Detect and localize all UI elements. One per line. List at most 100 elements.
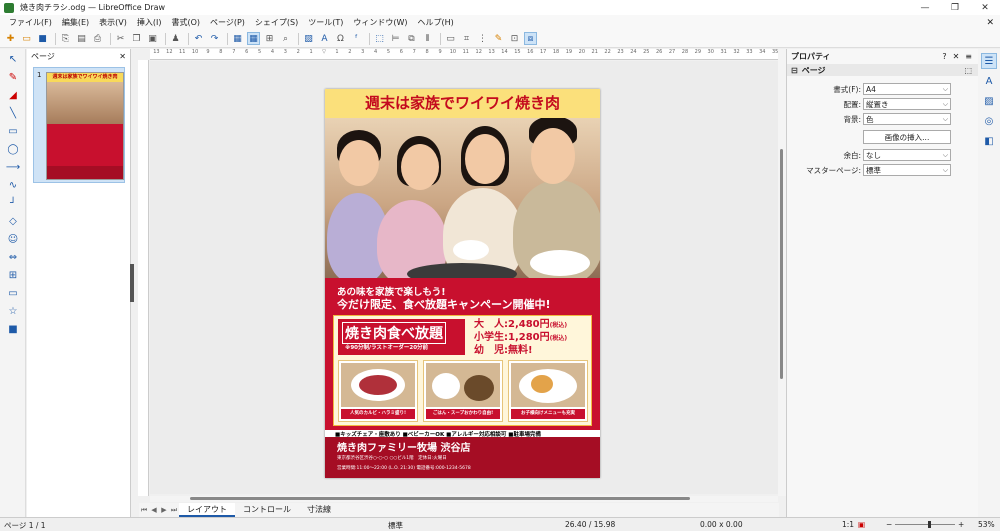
flyer-headline: 週末は家族でワイワイ焼き肉 <box>325 89 600 118</box>
chevron-down-icon: ⌵ <box>942 151 948 159</box>
master-page-select[interactable]: 標準 ⌵ <box>863 164 951 176</box>
special-character-icon[interactable]: Ω <box>334 32 347 45</box>
menu-edit[interactable]: 編集(E) <box>57 17 94 28</box>
block-arrows-icon[interactable]: ⇔ <box>2 250 24 265</box>
insert-image-button[interactable]: 画像の挿入... <box>863 130 951 144</box>
print-icon[interactable]: ⎙ <box>91 32 104 45</box>
curve-icon[interactable]: ∿ <box>2 178 24 193</box>
flowchart-icon[interactable]: ⊞ <box>2 268 24 283</box>
fill-color-icon[interactable]: ◢ <box>2 88 24 103</box>
zoom-in-icon[interactable]: + <box>958 520 964 529</box>
open-icon[interactable]: ▭ <box>20 32 33 45</box>
menu-tools[interactable]: ツール(T) <box>303 17 348 28</box>
sidebar-menu-icon[interactable]: ≡ <box>965 52 972 61</box>
undo-icon[interactable]: ↶ <box>192 32 205 45</box>
sidebar-close-icon[interactable]: ✕ <box>953 52 960 61</box>
3d-objects-icon[interactable]: ■ <box>2 322 24 337</box>
menu-page[interactable]: ページ(P) <box>205 17 250 28</box>
margin-select[interactable]: なし ⌵ <box>863 149 951 161</box>
close-document-icon[interactable]: ✕ <box>986 18 1000 28</box>
gallery-deck-icon[interactable]: ▨ <box>981 93 997 109</box>
menu-help[interactable]: ヘルプ(H) <box>413 17 459 28</box>
stars-icon[interactable]: ☆ <box>2 304 24 319</box>
connector-icon[interactable]: ┘ <box>2 196 24 211</box>
ellipse-icon[interactable]: ◯ <box>2 142 24 157</box>
shadow-icon[interactable]: ▭ <box>444 32 457 45</box>
tab-layout[interactable]: レイアウト <box>179 503 235 517</box>
ruler-tick: 12 <box>166 49 173 55</box>
page-section-header[interactable]: ⊟ ページ ⬚ <box>787 64 978 76</box>
vertical-scrollbar[interactable] <box>778 49 786 496</box>
ruler-tick: 8 <box>425 49 429 55</box>
callouts-icon[interactable]: ▭ <box>2 286 24 301</box>
toggle-extrusion-icon[interactable]: ⧈ <box>524 32 537 45</box>
transformations-icon[interactable]: ⬚ <box>373 32 386 45</box>
insert-image-icon[interactable]: ▨ <box>302 32 315 45</box>
copy-icon[interactable]: ❐ <box>130 32 143 45</box>
next-tab-icon[interactable]: ▶ <box>159 506 169 514</box>
properties-deck-icon[interactable]: ☰ <box>981 53 997 69</box>
zoom-icon[interactable]: ⌕ <box>279 32 292 45</box>
paste-icon[interactable]: ▣ <box>146 32 159 45</box>
points-icon[interactable]: ✎ <box>492 32 505 45</box>
menu-view[interactable]: 表示(V) <box>94 17 132 28</box>
filter-icon[interactable]: ⋮ <box>476 32 489 45</box>
format-select[interactable]: A4 ⌵ <box>863 83 951 95</box>
last-tab-icon[interactable]: ⏭ <box>169 506 179 515</box>
line-icon[interactable]: ╲ <box>2 106 24 121</box>
maximize-button[interactable]: ❐ <box>940 3 970 13</box>
fontwork-icon[interactable]: ᶠ <box>350 32 363 45</box>
select-icon[interactable]: ↖ <box>2 52 24 67</box>
vertical-ruler[interactable] <box>138 60 149 496</box>
insert-textbox-icon[interactable]: A <box>318 32 331 45</box>
flyer-page[interactable]: 週末は家族でワイワイ焼き肉 あの味を家族で楽しもう! 今だけ限定、食べ放題キャン… <box>325 89 600 478</box>
new-icon[interactable]: ✚ <box>4 32 17 45</box>
align-icon[interactable]: ⊨ <box>389 32 402 45</box>
minimize-button[interactable]: — <box>910 3 940 13</box>
cut-icon[interactable]: ✂ <box>114 32 127 45</box>
redo-icon[interactable]: ↷ <box>208 32 221 45</box>
rectangle-icon[interactable]: ▭ <box>2 124 24 139</box>
arrow-line-icon[interactable]: ⟶ <box>2 160 24 175</box>
first-tab-icon[interactable]: ⏮ <box>139 506 149 515</box>
styles-deck-icon[interactable]: A <box>981 73 997 89</box>
symbol-shapes-icon[interactable]: ☺ <box>2 232 24 247</box>
line-color-icon[interactable]: ✎ <box>2 70 24 85</box>
navigator-deck-icon[interactable]: ◎ <box>981 113 997 129</box>
background-select[interactable]: 色 ⌵ <box>863 113 951 125</box>
close-button[interactable]: ✕ <box>970 3 1000 13</box>
menu-shape[interactable]: シェイプ(S) <box>250 17 303 28</box>
menu-file[interactable]: ファイル(F) <box>4 17 57 28</box>
basic-shapes-icon[interactable]: ◇ <box>2 214 24 229</box>
ruler-tick: 35 <box>772 49 778 55</box>
tab-controls[interactable]: コントロール <box>235 503 299 517</box>
zoom-out-icon[interactable]: − <box>886 520 892 529</box>
arrange-icon[interactable]: ⧉ <box>405 32 418 45</box>
horizontal-ruler[interactable]: 13 12 11 10 9 8 7 6 5 4 3 2 1 ▽ 1 2 3 4 5 6 7 8 9 10 11 12 13 14 15 1… <box>150 49 778 60</box>
orientation-select[interactable]: 縦置き ⌵ <box>863 98 951 110</box>
save-icon[interactable]: ■ <box>36 32 49 45</box>
zoom-pan-icon[interactable]: ⊞ <box>263 32 276 45</box>
ruler-tick: 12 <box>475 49 482 55</box>
export-icon[interactable]: ⎘ <box>59 32 72 45</box>
pages-pane-close-icon[interactable]: ✕ <box>119 52 126 61</box>
sidebar-help-icon[interactable]: ? <box>942 52 946 61</box>
tab-dimension-lines[interactable]: 寸法線 <box>299 503 339 517</box>
crop-icon[interactable]: ⌗ <box>460 32 473 45</box>
page-thumbnail[interactable]: 1 週末は家族でワイワイ焼き肉 <box>33 67 125 183</box>
helplines-icon[interactable]: ▦ <box>247 32 260 45</box>
clone-formatting-icon[interactable]: ♟ <box>169 32 182 45</box>
more-options-icon[interactable]: ⬚ <box>964 66 978 75</box>
horizontal-scrollbar[interactable] <box>150 496 778 502</box>
grid-icon[interactable]: ▦ <box>231 32 244 45</box>
menu-window[interactable]: ウィンドウ(W) <box>348 17 412 28</box>
export-pdf-icon[interactable]: ▤ <box>75 32 88 45</box>
menu-insert[interactable]: 挿入(I) <box>132 17 167 28</box>
pane-splitter-left[interactable] <box>130 264 134 302</box>
glue-points-icon[interactable]: ⊡ <box>508 32 521 45</box>
shapes-deck-icon[interactable]: ◧ <box>981 133 997 149</box>
zoom-slider[interactable] <box>895 521 955 528</box>
menu-format[interactable]: 書式(O) <box>166 17 205 28</box>
distribute-icon[interactable]: ⫴ <box>421 32 434 45</box>
prev-tab-icon[interactable]: ◀ <box>149 506 159 514</box>
